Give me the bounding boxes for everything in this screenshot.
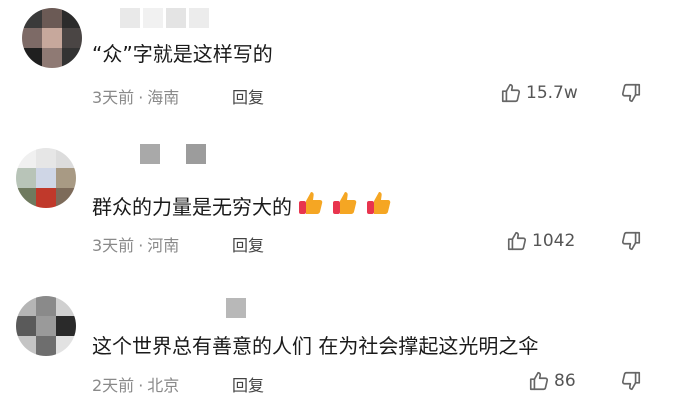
thumbs-up-emoji-icon xyxy=(296,188,326,223)
thumbs-up-outline-icon xyxy=(501,83,521,103)
thumbs-up-outline-icon xyxy=(507,231,527,251)
like-count: 86 xyxy=(554,371,576,391)
comment-text: 群众的力量是无穷大的 xyxy=(92,188,394,223)
comment-location: 北京 xyxy=(147,376,180,395)
comment-time: 3天前 xyxy=(92,236,135,255)
thumbs-up-emoji-icon xyxy=(330,188,360,223)
comment-text: “众”字就是这样写的 xyxy=(92,42,273,66)
comment-item: “众”字就是这样写的 3天前 · 海南 回复 15.7w xyxy=(0,0,685,136)
avatar[interactable] xyxy=(22,8,82,68)
avatar[interactable] xyxy=(16,296,76,356)
dislike-button[interactable] xyxy=(620,370,642,396)
reply-button[interactable]: 回复 xyxy=(232,232,264,256)
comment-location: 河南 xyxy=(147,236,180,255)
like-button[interactable]: 15.7w xyxy=(500,82,578,104)
avatar[interactable] xyxy=(16,148,76,208)
comment-item: 群众的力量是无穷大的 3天前 · 河南 回复 1042 xyxy=(0,136,685,272)
reply-button[interactable]: 回复 xyxy=(232,372,264,396)
username-mosaic[interactable] xyxy=(226,298,249,320)
comment-text: 这个世界总有善意的人们 在为社会撑起这光明之伞 xyxy=(92,334,539,358)
thumbs-down-outline-icon xyxy=(621,371,641,391)
like-count: 1042 xyxy=(532,231,576,251)
like-count: 15.7w xyxy=(526,83,578,103)
comment-time: 2天前 xyxy=(92,376,135,395)
comment-location: 海南 xyxy=(147,88,180,107)
thumbs-down-outline-icon xyxy=(621,83,641,103)
like-button[interactable]: 86 xyxy=(528,370,576,392)
comment-meta: 2天前 · 北京 xyxy=(92,376,180,395)
dislike-button[interactable] xyxy=(620,82,642,108)
thumbs-up-outline-icon xyxy=(529,371,549,391)
username-mosaic[interactable] xyxy=(120,8,212,30)
username-mosaic[interactable] xyxy=(140,144,209,166)
comment-item: 这个世界总有善意的人们 在为社会撑起这光明之伞 2天前 · 北京 回复 86 xyxy=(0,272,685,408)
thumbs-up-emoji-icon xyxy=(364,188,394,223)
thumbs-down-outline-icon xyxy=(621,231,641,251)
dislike-button[interactable] xyxy=(620,230,642,256)
comment-time: 3天前 xyxy=(92,88,135,107)
like-button[interactable]: 1042 xyxy=(506,230,575,252)
comment-meta: 3天前 · 河南 xyxy=(92,236,180,255)
comment-meta: 3天前 · 海南 xyxy=(92,88,180,107)
reply-button[interactable]: 回复 xyxy=(232,84,264,108)
